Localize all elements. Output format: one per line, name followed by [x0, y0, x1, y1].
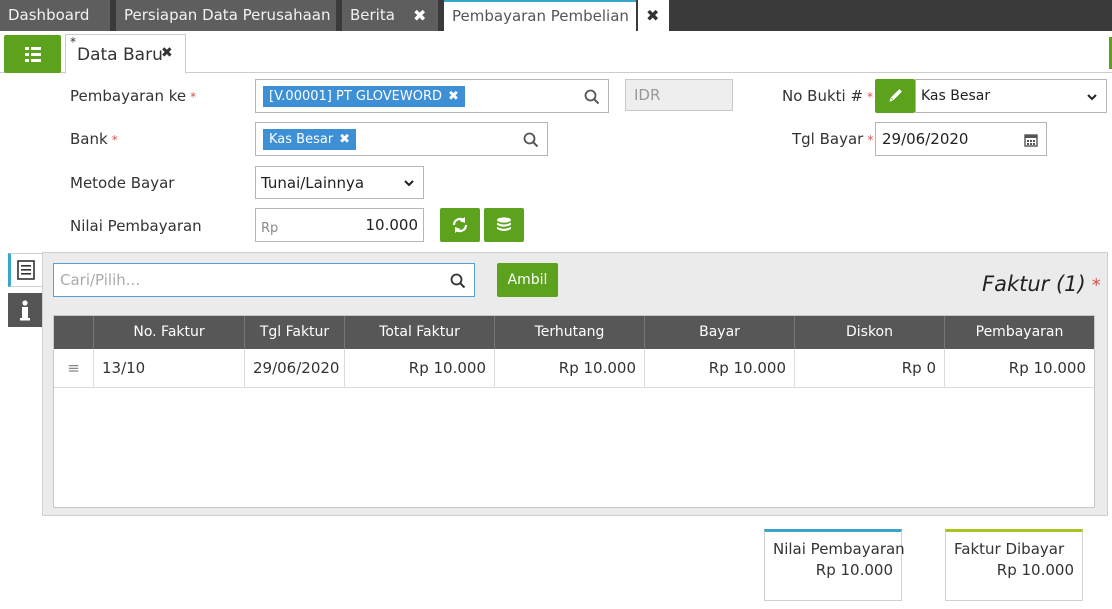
tab-dashboard[interactable]: Dashboard	[0, 0, 110, 31]
document-list-icon	[17, 260, 35, 280]
metode-bayar-label: Metode Bayar	[70, 174, 175, 192]
refresh-button[interactable]	[440, 208, 480, 242]
edit-number-button[interactable]	[875, 79, 915, 113]
remove-chip-icon[interactable]: ✖	[339, 132, 350, 147]
nilai-pembayaran-field[interactable]: Rp 10.000	[255, 208, 424, 242]
table-header[interactable]: Bayar	[645, 316, 795, 349]
database-button[interactable]	[484, 208, 524, 242]
table-cell: 13/10	[94, 349, 245, 388]
table-cell: Rp 0	[795, 349, 945, 388]
remove-chip-icon[interactable]: ✖	[448, 89, 459, 104]
pencil-icon	[889, 89, 902, 102]
metode-bayar-select[interactable]: Tunai/Lainnya	[255, 166, 424, 199]
bank-chip: Kas Besar ✖	[263, 129, 357, 150]
side-tab-detail[interactable]	[8, 253, 42, 287]
tab-pembayaran-pembelian[interactable]: Pembayaran Pembelian	[444, 0, 636, 31]
tgl-bayar-label: Tgl Bayar *	[792, 130, 874, 148]
drag-handle-icon[interactable]: ≡	[54, 349, 94, 388]
tab-label: Dashboard	[8, 6, 90, 24]
tab-close-button[interactable]: ✖	[638, 0, 669, 31]
table-header[interactable]: Total Faktur	[345, 316, 495, 349]
close-icon: ✖	[646, 6, 660, 25]
nilai-pembayaran-label: Nilai Pembayaran	[70, 217, 202, 235]
refresh-icon	[452, 217, 468, 233]
summary-card-faktur-dibayar: Faktur Dibayar Rp 10.000	[945, 529, 1083, 601]
sub-tab-bar: * Data Baru ✖	[0, 31, 1112, 74]
table-header[interactable]: Tgl Faktur	[245, 316, 345, 349]
vendor-chip: [V.00001] PT GLOVEWORD ✖	[263, 86, 465, 107]
summary-title: Faktur Dibayar	[954, 540, 1065, 558]
tab-label: Pembayaran Pembelian	[452, 7, 629, 25]
table-cell: Rp 10.000	[945, 349, 1094, 388]
currency-prefix: Rp	[261, 221, 279, 236]
table-header[interactable]: Pembayaran	[945, 316, 1094, 349]
summary-value: Rp 10.000	[815, 561, 893, 579]
tgl-bayar-field[interactable]: 29/06/2020	[875, 122, 1047, 156]
table-header[interactable]: Diskon	[795, 316, 945, 349]
vendor-select[interactable]: [V.00001] PT GLOVEWORD ✖	[255, 79, 609, 113]
pembayaran-ke-label: Pembayaran ke *	[70, 87, 197, 105]
bank-label: Bank *	[70, 130, 118, 148]
menu-button[interactable]	[4, 35, 61, 73]
table-cell: 29/06/2020	[245, 349, 345, 388]
search-placeholder: Cari/Pilih...	[60, 271, 141, 289]
search-icon[interactable]	[523, 132, 539, 148]
chevron-down-icon	[1087, 94, 1097, 101]
table-header-handle	[54, 316, 94, 349]
list-icon	[25, 47, 41, 62]
search-icon[interactable]	[450, 273, 466, 289]
tab-label: Berita	[350, 6, 395, 24]
no-bukti-label: No Bukti # *	[782, 87, 874, 105]
faktur-search-input[interactable]: Cari/Pilih...	[53, 263, 475, 297]
table-header[interactable]: Terhutang	[495, 316, 645, 349]
subtab-data-baru[interactable]: * Data Baru ✖	[65, 34, 186, 74]
table-cell: Rp 10.000	[345, 349, 495, 388]
summary-title: Nilai Pembayaran	[773, 540, 905, 558]
close-icon[interactable]: ✖	[161, 45, 173, 61]
subtab-label: Data Baru	[77, 45, 163, 65]
chevron-down-icon	[404, 180, 414, 187]
table-header[interactable]: No. Faktur	[94, 316, 245, 349]
tab-berita[interactable]: Berita ✖	[342, 0, 438, 31]
section-title: Faktur (1) *	[982, 272, 1101, 296]
summary-value: Rp 10.000	[996, 561, 1074, 579]
tab-persiapan-data-perusahaan[interactable]: Persiapan Data Perusahaan	[116, 0, 336, 31]
table-cell: Rp 10.000	[495, 349, 645, 388]
database-icon	[497, 217, 511, 231]
bank-select[interactable]: Kas Besar ✖	[255, 122, 548, 156]
calendar-icon[interactable]	[1024, 133, 1038, 147]
ambil-button[interactable]: Ambil	[497, 263, 558, 297]
search-icon[interactable]	[584, 89, 600, 105]
faktur-table: No. Faktur Tgl Faktur Total Faktur Terhu…	[53, 315, 1095, 508]
unsaved-marker: *	[70, 35, 76, 49]
side-tab-info[interactable]	[8, 293, 42, 327]
close-icon[interactable]: ✖	[413, 0, 426, 31]
amount-value: 10.000	[365, 216, 419, 234]
currency-field: IDR	[625, 79, 733, 111]
tab-label: Persiapan Data Perusahaan	[124, 6, 331, 24]
top-tab-bar: Dashboard Persiapan Data Perusahaan Beri…	[0, 0, 1112, 31]
summary-card-nilai-pembayaran: Nilai Pembayaran Rp 10.000	[764, 529, 905, 601]
table-cell: Rp 10.000	[645, 349, 795, 388]
info-icon	[20, 300, 30, 321]
no-bukti-select[interactable]: Kas Besar	[915, 79, 1107, 113]
